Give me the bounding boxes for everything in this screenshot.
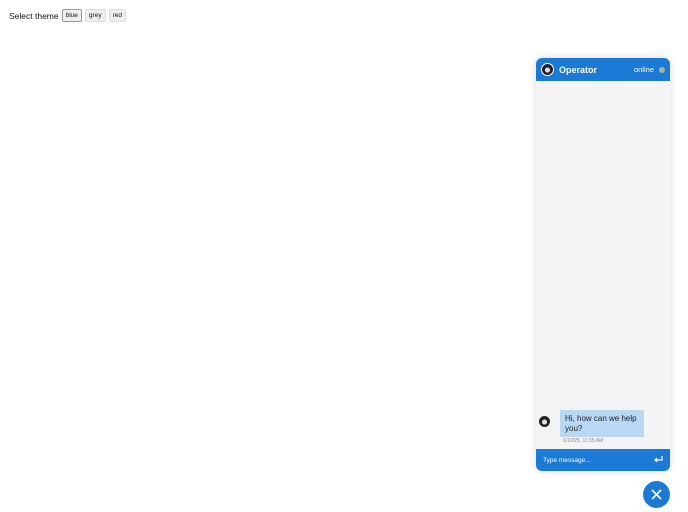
operator-avatar: [539, 416, 550, 428]
message-bubble: Hi, how can we help you?: [560, 410, 644, 438]
chat-widget: Operator online Hi, how can we help you?…: [536, 58, 670, 471]
close-chat-button[interactable]: [643, 481, 670, 508]
theme-red-button[interactable]: red: [108, 9, 126, 22]
theme-blue-button[interactable]: blue: [61, 9, 82, 22]
message-placeholder: Type message...: [543, 456, 591, 464]
status-text: online: [633, 65, 654, 74]
theme-grey-button[interactable]: grey: [84, 9, 106, 22]
message-input[interactable]: Type message...: [536, 449, 670, 471]
send-enter-icon[interactable]: [653, 456, 663, 464]
theme-selector: Select theme blue grey red: [9, 9, 126, 22]
online-indicator-icon: [659, 66, 665, 73]
operator-name: Operator: [559, 64, 598, 75]
operator-avatar: [541, 63, 554, 76]
message: Hi, how can we help you?: [539, 410, 644, 438]
chat-header: Operator online: [536, 58, 670, 81]
theme-label: Select theme: [9, 10, 59, 21]
close-icon: [651, 489, 662, 500]
message-time: 6/10/25, 11:35 AM: [563, 438, 604, 444]
